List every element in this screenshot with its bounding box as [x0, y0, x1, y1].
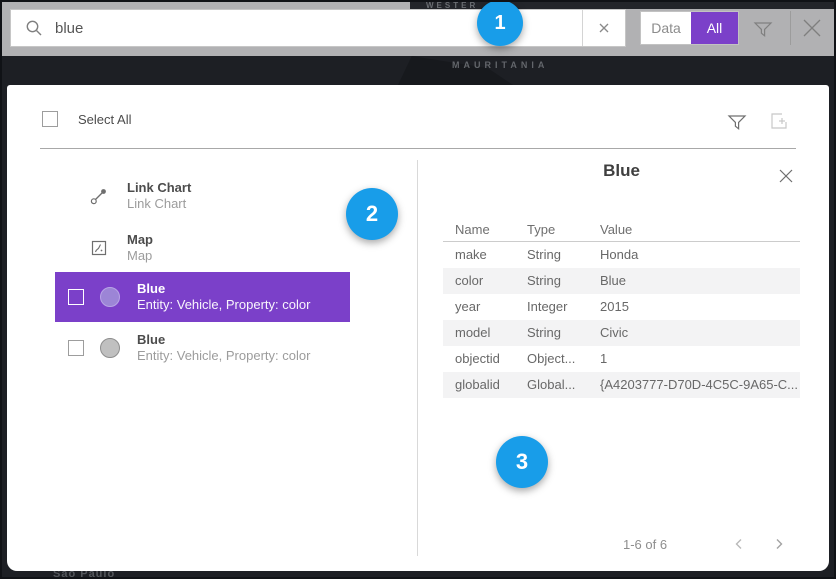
- column-header-value: Value: [600, 217, 800, 241]
- link-chart-icon: [90, 187, 108, 205]
- chevron-left-icon: [731, 536, 747, 552]
- entity-circle-icon: [100, 338, 120, 358]
- cell-name: objectid: [455, 346, 527, 372]
- entity-circle-icon: [100, 287, 120, 307]
- cell-name: model: [455, 320, 527, 346]
- list-item-link-chart[interactable]: Link Chart Link Chart: [55, 176, 350, 216]
- list-item-subtitle: Link Chart: [127, 196, 191, 212]
- cell-name: globalid: [455, 372, 527, 398]
- table-row: globalid Global... {A4203777-D70D-4C5C-9…: [443, 372, 800, 398]
- toolbar-divider: [790, 11, 791, 45]
- table-header: Name Type Value: [443, 217, 800, 242]
- search-icon: [25, 19, 43, 37]
- search-box: [10, 9, 626, 47]
- pagination-range: 1-6 of 6: [623, 537, 667, 552]
- list-item-text: Blue Entity: Vehicle, Property: color: [137, 281, 310, 313]
- pagination-next-button[interactable]: [771, 536, 787, 557]
- list-item-text: Link Chart Link Chart: [127, 180, 191, 212]
- list-item-title: Blue: [137, 332, 310, 348]
- list-detail-divider: [417, 160, 418, 556]
- list-item-subtitle: Map: [127, 248, 153, 264]
- panel-divider: [40, 148, 796, 149]
- cell-name: make: [455, 242, 527, 268]
- table-row: objectid Object... 1: [443, 346, 800, 372]
- annotation-callout-1: 1: [477, 0, 523, 46]
- list-item-text: Map Map: [127, 232, 153, 264]
- results-filter-button[interactable]: [726, 110, 748, 137]
- search-results-panel: Select All Link Chart Link: [7, 85, 829, 571]
- table-row: make String Honda: [443, 242, 800, 268]
- screenshot: MAURITANIA São Paulo Data All: [0, 0, 836, 579]
- list-item-checkbox[interactable]: [68, 289, 84, 305]
- detail-close-button[interactable]: [777, 167, 795, 190]
- list-item-title: Map: [127, 232, 153, 248]
- add-square-icon: [768, 110, 790, 132]
- cell-value: {A4203777-D70D-4C5C-9A65-C...: [600, 372, 800, 398]
- list-item-text: Blue Entity: Vehicle, Property: color: [137, 332, 310, 364]
- detail-title: Blue: [443, 161, 800, 181]
- select-all-row: Select All: [42, 111, 131, 127]
- cell-name: year: [455, 294, 527, 320]
- scope-toggle: Data All: [640, 11, 739, 45]
- list-item-title: Link Chart: [127, 180, 191, 196]
- scope-toggle-data[interactable]: Data: [641, 12, 691, 44]
- cell-value: Blue: [600, 268, 800, 294]
- cell-type: String: [527, 268, 600, 294]
- annotation-callout-2: 2: [346, 188, 398, 240]
- column-header-name: Name: [455, 217, 527, 241]
- map-label-western: WESTER: [410, 0, 834, 9]
- cell-type: String: [527, 242, 600, 268]
- cell-value: Honda: [600, 242, 800, 268]
- cell-type: Global...: [527, 372, 600, 398]
- add-to-selection-button[interactable]: [768, 110, 790, 137]
- close-x-icon: [777, 167, 795, 185]
- list-item-blue[interactable]: Blue Entity: Vehicle, Property: color: [55, 326, 350, 370]
- search-clear-button[interactable]: [582, 10, 625, 46]
- close-x-icon: [800, 16, 824, 40]
- scope-toggle-all[interactable]: All: [691, 12, 738, 44]
- list-item-map[interactable]: Map Map: [55, 228, 350, 268]
- table-body: make String Honda color String Blue year…: [443, 242, 800, 398]
- cell-value: 1: [600, 346, 800, 372]
- cell-value: Civic: [600, 320, 800, 346]
- chevron-right-icon: [771, 536, 787, 552]
- attributes-table: Name Type Value make String Honda color …: [443, 217, 800, 398]
- filter-funnel-icon: [726, 110, 748, 132]
- cell-value: 2015: [600, 294, 800, 320]
- cell-type: String: [527, 320, 600, 346]
- cell-type: Object...: [527, 346, 600, 372]
- cell-type: Integer: [527, 294, 600, 320]
- list-item-blue-selected[interactable]: Blue Entity: Vehicle, Property: color: [55, 272, 350, 322]
- annotation-callout-3: 3: [496, 436, 548, 488]
- map-label-mauritania: MAURITANIA: [452, 60, 548, 70]
- select-all-label: Select All: [78, 112, 131, 127]
- list-item-subtitle: Entity: Vehicle, Property: color: [137, 297, 310, 313]
- list-item-checkbox[interactable]: [68, 340, 84, 356]
- table-row: year Integer 2015: [443, 294, 800, 320]
- column-header-type: Type: [527, 217, 600, 241]
- select-all-checkbox[interactable]: [42, 111, 58, 127]
- list-item-subtitle: Entity: Vehicle, Property: color: [137, 348, 310, 364]
- filter-funnel-icon: [752, 17, 774, 39]
- search-filter-button[interactable]: [752, 17, 774, 44]
- search-close-button[interactable]: [800, 16, 824, 45]
- table-row: color String Blue: [443, 268, 800, 294]
- table-row: model String Civic: [443, 320, 800, 346]
- list-item-title: Blue: [137, 281, 310, 297]
- pagination: 1-6 of 6: [443, 535, 800, 557]
- map-icon: [90, 239, 108, 257]
- cell-name: color: [455, 268, 527, 294]
- clear-x-icon: [597, 21, 611, 35]
- pagination-prev-button[interactable]: [731, 536, 747, 557]
